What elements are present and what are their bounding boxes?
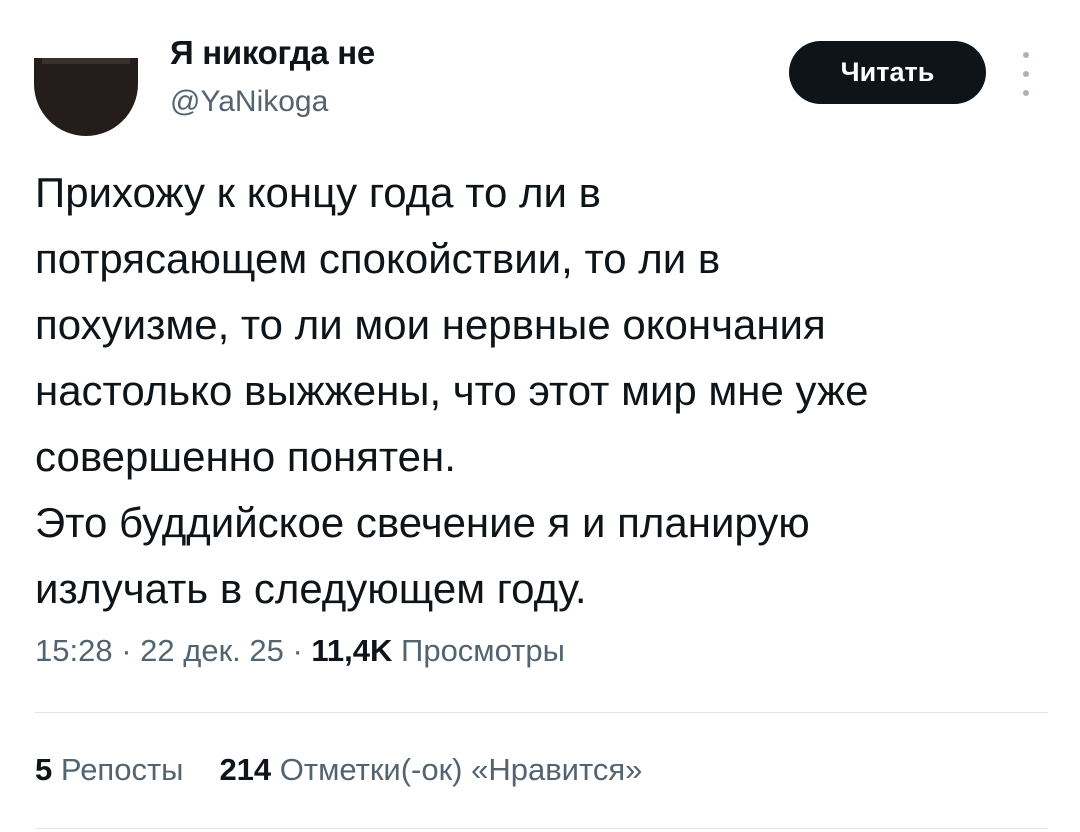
avatar[interactable] <box>34 58 138 136</box>
meta-separator: · <box>283 633 312 668</box>
tweet-text: Прихожу к концу года то ли в потрясающем… <box>35 160 1065 622</box>
tweet-text-line: Это буддийское свечение я и планирую <box>35 499 810 546</box>
tweet-time[interactable]: 15:28 <box>35 633 113 668</box>
tweet-text-line: Прихожу к концу года то ли в <box>35 169 601 216</box>
likes-stat[interactable]: 214 Отметки(-ок) «Нравится» <box>219 752 642 788</box>
views-label: Просмотры <box>401 633 565 668</box>
reposts-count: 5 <box>35 752 53 787</box>
dot-icon <box>1023 90 1029 96</box>
views-count: 11,4K <box>311 633 393 668</box>
divider <box>35 828 1048 829</box>
author-handle[interactable]: @YaNikoga <box>170 85 328 119</box>
engagement-stats: 5 Репосты 214 Отметки(-ок) «Нравится» <box>35 752 642 788</box>
tweet-text-line: излучать в следующем году. <box>35 565 587 612</box>
tweet-text-line: настолько выжжены, что этот мир мне уже <box>35 367 869 414</box>
more-vertical-icon[interactable] <box>1014 52 1038 96</box>
likes-count: 214 <box>219 752 272 787</box>
tweet-text-line: совершенно понятен. <box>35 433 456 480</box>
dot-icon <box>1023 52 1029 58</box>
tweet-meta: 15:28 · 22 дек. 25 · 11,4K Просмотры <box>35 633 565 669</box>
follow-button[interactable]: Читать <box>789 41 986 104</box>
tweet-date[interactable]: 22 дек. 25 <box>140 633 284 668</box>
divider <box>35 712 1048 713</box>
dot-icon <box>1023 71 1029 77</box>
likes-label: Отметки(-ок) «Нравится» <box>279 752 643 787</box>
reposts-label: Репосты <box>60 752 184 787</box>
tweet-text-line: похуизме, то ли мои нервные окончания <box>35 301 826 348</box>
author-display-name[interactable]: Я никогда не <box>170 34 375 72</box>
tweet-text-line: потрясающем спокойствии, то ли в <box>35 235 721 282</box>
reposts-stat[interactable]: 5 Репосты <box>35 752 183 788</box>
meta-separator: · <box>112 633 141 668</box>
